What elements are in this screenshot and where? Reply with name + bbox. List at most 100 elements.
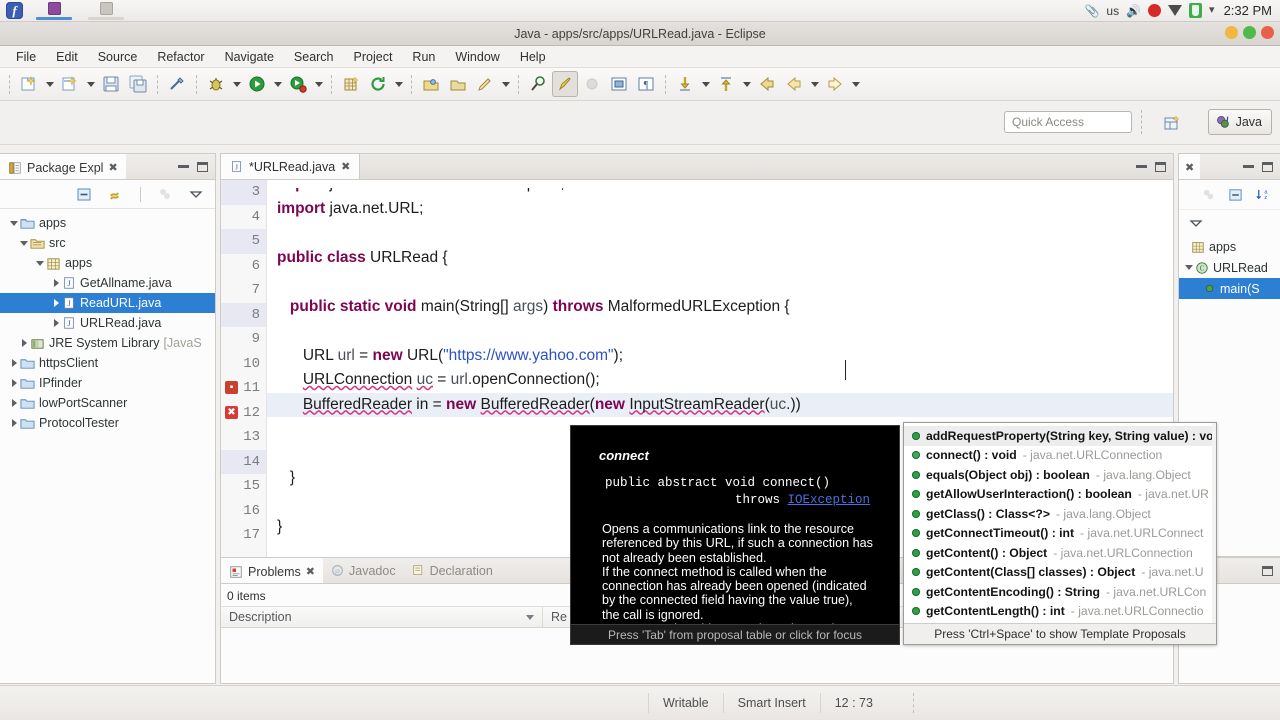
menu-item-source[interactable]: Source [88, 48, 148, 66]
content-assist-popup[interactable]: addRequestProperty(String key, String va… [903, 422, 1217, 645]
expand-arrow-icon[interactable] [8, 399, 20, 407]
volume-icon[interactable]: 🔊 [1126, 5, 1141, 17]
outline-item-main-method[interactable]: main(S [1179, 278, 1280, 299]
tree-item-jre-system-library[interactable]: JRE System Library [JavaS [0, 333, 215, 353]
tree-item-lowportscanner[interactable]: lowPortScanner [0, 393, 215, 413]
menu-item-edit[interactable]: Edit [46, 48, 88, 66]
collapse-all-icon[interactable] [76, 186, 92, 202]
proposal-item[interactable]: addRequestProperty(String key, String va… [904, 426, 1216, 446]
expand-arrow-icon[interactable] [50, 319, 62, 327]
close-icon[interactable]: ✖ [108, 161, 117, 174]
proposal-item[interactable]: getContent(Class[] classes) : Object - j… [904, 563, 1216, 583]
collapse-all-icon[interactable] [1228, 187, 1243, 202]
debug-icon[interactable] [203, 71, 229, 97]
run-icon[interactable] [244, 71, 270, 97]
column-description[interactable]: Description [221, 607, 543, 627]
keyboard-layout-label[interactable]: us [1106, 4, 1119, 18]
new-wizard-icon[interactable] [16, 71, 42, 97]
proposal-item[interactable]: getConnectTimeout() : int - java.net.URL… [904, 524, 1216, 544]
open-perspective-icon[interactable] [1160, 111, 1184, 134]
tab-outline[interactable]: ✖ [1179, 154, 1201, 179]
expand-arrow-icon[interactable] [8, 419, 20, 427]
menu-item-navigate[interactable]: Navigate [215, 48, 284, 66]
menu-item-refactor[interactable]: Refactor [147, 48, 214, 66]
javadoc-exception-link[interactable]: IOException [788, 493, 871, 507]
menu-item-search[interactable]: Search [284, 48, 344, 66]
maximize-view-icon[interactable] [1155, 161, 1166, 172]
tree-item-urlread-java[interactable]: J URLRead.java [0, 313, 215, 333]
tab-declaration[interactable]: Declaration [404, 558, 501, 583]
toggle-mark-occurrences-icon[interactable] [164, 71, 190, 97]
new-wizard-dropdown-icon[interactable] [43, 71, 56, 97]
back-history-icon[interactable] [781, 71, 807, 97]
tree-item-httpsclient[interactable]: httpsClient [0, 353, 215, 373]
debug-dropdown-icon[interactable] [230, 71, 243, 97]
minimize-view-icon[interactable] [178, 165, 189, 168]
perspective-java-button[interactable]: Java [1207, 109, 1272, 135]
maximize-view-icon[interactable] [197, 161, 208, 172]
wifi-icon[interactable] [1168, 5, 1183, 16]
error-marker-icon[interactable]: ✖ [225, 405, 238, 419]
view-menu-icon[interactable] [1189, 216, 1203, 230]
tab-urlread-java[interactable]: J *URLRead.java ✖ [221, 154, 361, 179]
paperclip-icon[interactable]: 📎 [1084, 5, 1099, 17]
link-with-editor-icon[interactable] [108, 186, 124, 202]
open-type-icon[interactable] [418, 71, 444, 97]
expand-arrow-icon[interactable] [50, 279, 62, 287]
tree-item-ipfinder[interactable]: IPfinder [0, 373, 215, 393]
chevron-down-icon[interactable]: ▾ [1209, 5, 1215, 16]
chevron-down-icon[interactable] [526, 614, 534, 620]
tree-item-package-apps[interactable]: apps [0, 253, 215, 273]
maximize-button[interactable] [1243, 26, 1256, 39]
edit-icon[interactable] [472, 71, 498, 97]
close-icon[interactable]: ✖ [306, 565, 315, 578]
taskbar-item-eclipse[interactable] [33, 1, 75, 20]
expand-arrow-icon[interactable] [8, 359, 20, 367]
new-java-class-dropdown-icon[interactable] [84, 71, 97, 97]
expand-arrow-icon[interactable] [18, 339, 30, 347]
record-icon[interactable] [1148, 4, 1162, 17]
next-annotation-icon[interactable] [672, 71, 698, 97]
save-icon[interactable] [98, 71, 124, 97]
tab-package-explorer[interactable]: Package Expl ✖ [0, 154, 126, 179]
show-whitespace-icon[interactable]: ¶ [633, 71, 659, 97]
expand-arrow-icon[interactable] [8, 221, 20, 226]
forward-icon[interactable] [822, 71, 848, 97]
proposal-item[interactable]: getContentLength() : int - java.net.URLC… [904, 602, 1216, 622]
battery-icon[interactable] [1189, 3, 1203, 18]
expand-arrow-icon[interactable] [18, 241, 30, 246]
last-edit-location-icon[interactable] [606, 71, 632, 97]
menu-item-window[interactable]: Window [445, 48, 509, 66]
open-task-icon[interactable] [445, 71, 471, 97]
expand-arrow-icon[interactable] [1183, 265, 1195, 270]
toggle-breakpoint-icon[interactable] [552, 71, 578, 97]
previous-annotation-dropdown-icon[interactable] [740, 71, 753, 97]
close-button[interactable] [1261, 26, 1274, 39]
next-annotation-dropdown-icon[interactable] [699, 71, 712, 97]
expand-arrow-icon[interactable] [34, 261, 46, 266]
quick-access-input[interactable]: Quick Access [1004, 111, 1132, 133]
minimize-view-icon[interactable] [1243, 165, 1254, 168]
run-dropdown-icon[interactable] [271, 71, 284, 97]
tab-problems[interactable]: Problems ✖ [221, 558, 324, 583]
close-icon[interactable]: ✖ [341, 160, 350, 173]
minimize-view-icon[interactable] [1136, 165, 1147, 168]
edit-dropdown-icon[interactable] [499, 71, 512, 97]
focus-icon[interactable] [157, 186, 173, 202]
view-menu-icon[interactable] [189, 187, 203, 201]
menu-item-file[interactable]: File [6, 48, 46, 66]
back-icon[interactable] [754, 71, 780, 97]
tree-item-apps-project[interactable]: apps [0, 213, 215, 233]
proposal-scrollbar[interactable] [1212, 423, 1216, 623]
forward-dropdown-icon[interactable] [849, 71, 862, 97]
proposal-item[interactable]: equals(Object obj) : boolean - java.lang… [904, 465, 1216, 485]
close-icon[interactable]: ✖ [1185, 161, 1194, 174]
proposal-item[interactable]: connect() : void - java.net.URLConnectio… [904, 446, 1216, 466]
search-icon[interactable] [525, 71, 551, 97]
refresh-dropdown-icon[interactable] [392, 71, 405, 97]
save-all-icon[interactable] [125, 71, 151, 97]
outline-item-urlread[interactable]: C URLRead [1179, 257, 1280, 278]
proposal-item[interactable]: getContent() : Object - java.net.URLConn… [904, 543, 1216, 563]
focus-icon[interactable] [1201, 187, 1216, 202]
tree-item-getallname-java[interactable]: J GetAllname.java [0, 273, 215, 293]
